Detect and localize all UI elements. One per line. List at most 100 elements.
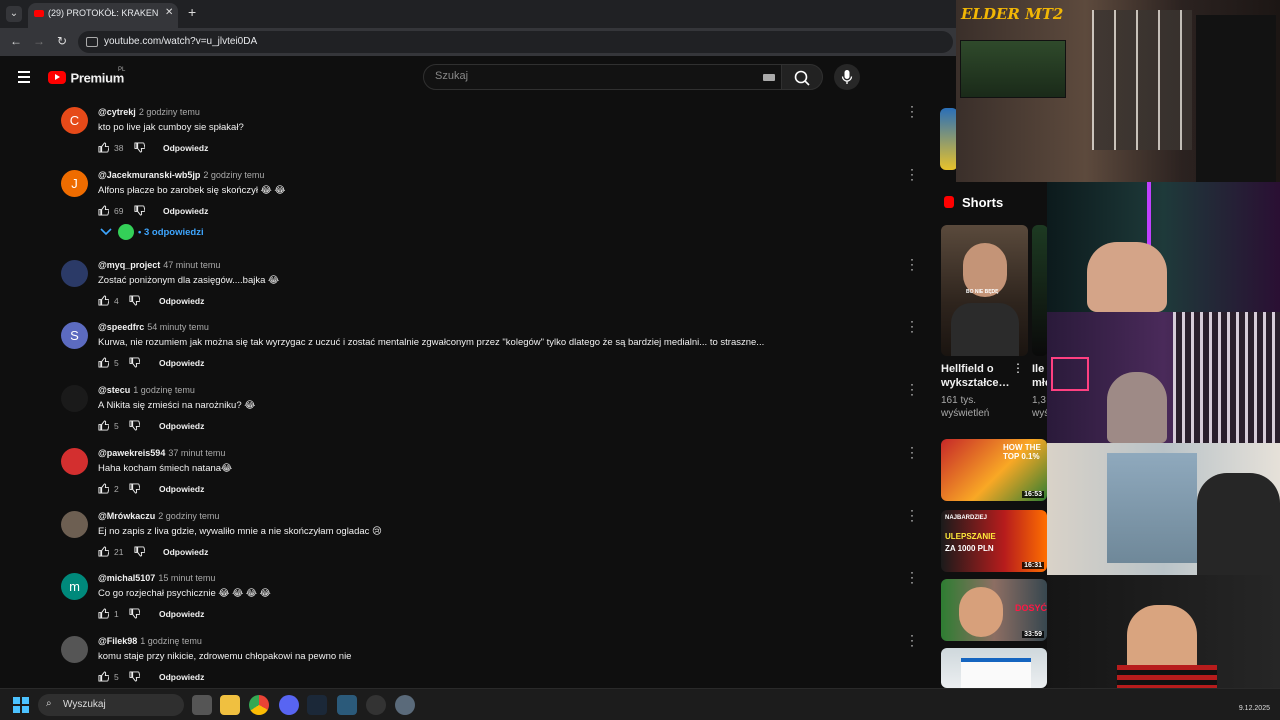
video-thumbnail-2[interactable]: NAJBARDZIEJ ULEPSZANIE ZA 1000 PLN 16:31 bbox=[941, 510, 1047, 572]
settings-icon[interactable] bbox=[395, 695, 415, 715]
discord-icon[interactable] bbox=[279, 695, 299, 715]
search-input[interactable]: Szukaj bbox=[423, 64, 787, 90]
reload-icon[interactable]: ↻ bbox=[57, 34, 67, 48]
thumb-down-icon[interactable] bbox=[134, 142, 145, 153]
url-field[interactable]: youtube.com/watch?v=u_jlvtei0DA bbox=[78, 31, 953, 53]
voice-search-button[interactable] bbox=[834, 64, 860, 90]
thumb-down-icon[interactable] bbox=[129, 295, 140, 306]
thumb-down-icon[interactable] bbox=[134, 546, 145, 557]
comment-time[interactable]: 2 godziny temu bbox=[203, 170, 264, 180]
windows-start-icon[interactable] bbox=[13, 697, 29, 713]
comment-author[interactable]: @pawekreis594 37 minut temu bbox=[98, 448, 225, 458]
thumb-down-icon[interactable] bbox=[129, 608, 140, 619]
comment-time[interactable]: 1 godzinę temu bbox=[140, 636, 202, 646]
thumb-up-icon[interactable] bbox=[98, 295, 109, 306]
reply-button[interactable]: Odpowiedz bbox=[163, 206, 208, 216]
comment-avatar[interactable]: m bbox=[61, 573, 88, 600]
reply-button[interactable]: Odpowiedz bbox=[159, 296, 204, 306]
reply-button[interactable]: Odpowiedz bbox=[159, 484, 204, 494]
comment-author-name[interactable]: @Filek98 bbox=[98, 636, 137, 646]
new-tab-button[interactable]: + bbox=[188, 4, 196, 20]
comment-menu-icon[interactable]: · · · bbox=[909, 253, 915, 275]
comment-avatar[interactable]: S bbox=[61, 322, 88, 349]
comment-author[interactable]: @Mrówkaczu 2 godziny temu bbox=[98, 511, 219, 521]
comment-menu-icon[interactable]: · · · bbox=[909, 378, 915, 400]
comment-avatar[interactable]: J bbox=[61, 170, 88, 197]
thumb-up-icon[interactable] bbox=[98, 546, 109, 557]
short-title-1[interactable]: Hellfield o wykształce… bbox=[941, 362, 1011, 390]
comment-author[interactable]: @michal5107 15 minut temu bbox=[98, 573, 215, 583]
comment-author-name[interactable]: @michal5107 bbox=[98, 573, 155, 583]
forward-icon[interactable]: → bbox=[33, 34, 45, 48]
taskbar-search-input[interactable]: ⌕ Wyszukaj bbox=[38, 694, 184, 716]
comment-author[interactable]: @myq_project 47 minut temu bbox=[98, 260, 220, 270]
comment-author-name[interactable]: @myq_project bbox=[98, 260, 160, 270]
app-icon[interactable] bbox=[337, 695, 357, 715]
file-explorer-icon[interactable] bbox=[220, 695, 240, 715]
comment-author-name[interactable]: @speedfrc bbox=[98, 322, 144, 332]
comment-time[interactable]: 54 minuty temu bbox=[147, 322, 209, 332]
comment-menu-icon[interactable]: · · · bbox=[909, 504, 915, 526]
thumb-up-icon[interactable] bbox=[98, 608, 109, 619]
comment-author-name[interactable]: @cytrekj bbox=[98, 107, 136, 117]
comment-author-name[interactable]: @Jacekmuranski-wb5jp bbox=[98, 170, 200, 180]
thumb-up-icon[interactable] bbox=[98, 671, 109, 682]
comment-avatar[interactable] bbox=[61, 385, 88, 412]
reply-button[interactable]: Odpowiedz bbox=[163, 143, 208, 153]
thumb-down-icon[interactable] bbox=[129, 671, 140, 682]
comment-time[interactable]: 37 minut temu bbox=[168, 448, 225, 458]
youtube-premium-logo[interactable]: Premium PL bbox=[48, 67, 125, 87]
search-button[interactable] bbox=[781, 64, 823, 90]
comment-avatar[interactable] bbox=[61, 260, 88, 287]
thumb-up-icon[interactable] bbox=[98, 420, 109, 431]
back-icon[interactable]: ← bbox=[10, 34, 22, 48]
comment-avatar[interactable] bbox=[61, 511, 88, 538]
obs-icon[interactable] bbox=[366, 695, 386, 715]
steam-icon[interactable] bbox=[307, 695, 327, 715]
comment-menu-icon[interactable]: · · · bbox=[909, 629, 915, 651]
short-menu-icon[interactable]: ⋮ bbox=[1012, 362, 1024, 374]
comment-author-name[interactable]: @Mrówkaczu bbox=[98, 511, 155, 521]
comment-time[interactable]: 47 minut temu bbox=[163, 260, 220, 270]
comment-menu-icon[interactable]: · · · bbox=[909, 163, 915, 185]
reply-button[interactable]: Odpowiedz bbox=[163, 547, 208, 557]
video-thumbnail-4[interactable] bbox=[941, 648, 1047, 688]
reply-button[interactable]: Odpowiedz bbox=[159, 358, 204, 368]
short-thumbnail-1[interactable]: BO NIE BĘDĘ bbox=[941, 225, 1028, 356]
site-info-icon[interactable] bbox=[86, 37, 98, 47]
comment-author[interactable]: @stecu 1 godzinę temu bbox=[98, 385, 195, 395]
comment-author-name[interactable]: @stecu bbox=[98, 385, 130, 395]
comment-avatar[interactable]: C bbox=[61, 107, 88, 134]
tab-close-icon[interactable]: ✕ bbox=[165, 7, 173, 18]
keyboard-icon[interactable] bbox=[763, 74, 775, 81]
comment-time[interactable]: 2 godziny temu bbox=[158, 511, 219, 521]
comment-time[interactable]: 1 godzinę temu bbox=[133, 385, 195, 395]
comment-time[interactable]: 15 minut temu bbox=[158, 573, 215, 583]
chrome-icon[interactable] bbox=[249, 695, 269, 715]
reply-button[interactable]: Odpowiedz bbox=[159, 609, 204, 619]
menu-icon[interactable] bbox=[18, 71, 30, 86]
comment-author[interactable]: @Filek98 1 godzinę temu bbox=[98, 636, 202, 646]
comment-author[interactable]: @Jacekmuranski-wb5jp 2 godziny temu bbox=[98, 170, 264, 180]
comment-menu-icon[interactable]: · · · bbox=[909, 441, 915, 463]
thumb-up-icon[interactable] bbox=[98, 205, 109, 216]
reply-button[interactable]: Odpowiedz bbox=[159, 672, 204, 682]
comment-author-name[interactable]: @pawekreis594 bbox=[98, 448, 165, 458]
thumb-up-icon[interactable] bbox=[98, 142, 109, 153]
thumb-down-icon[interactable] bbox=[129, 420, 140, 431]
thumb-down-icon[interactable] bbox=[134, 205, 145, 216]
short-thumbnail-2[interactable] bbox=[1032, 225, 1048, 356]
task-view-icon[interactable] bbox=[192, 695, 212, 715]
thumb-down-icon[interactable] bbox=[129, 483, 140, 494]
thumb-up-icon[interactable] bbox=[98, 483, 109, 494]
comment-menu-icon[interactable]: · · · bbox=[909, 100, 915, 122]
video-thumbnail-3[interactable]: DOSYĆ 33:59 bbox=[941, 579, 1047, 641]
comment-avatar[interactable] bbox=[61, 636, 88, 663]
thumb-up-icon[interactable] bbox=[98, 357, 109, 368]
comment-menu-icon[interactable]: · · · bbox=[909, 315, 915, 337]
comment-avatar[interactable] bbox=[61, 448, 88, 475]
comment-time[interactable]: 2 godziny temu bbox=[139, 107, 200, 117]
video-thumbnail-1[interactable]: HOW THE TOP 0.1% 16:53 bbox=[941, 439, 1047, 501]
comment-author[interactable]: @speedfrc 54 minuty temu bbox=[98, 322, 209, 332]
comment-author[interactable]: @cytrekj 2 godziny temu bbox=[98, 107, 200, 117]
